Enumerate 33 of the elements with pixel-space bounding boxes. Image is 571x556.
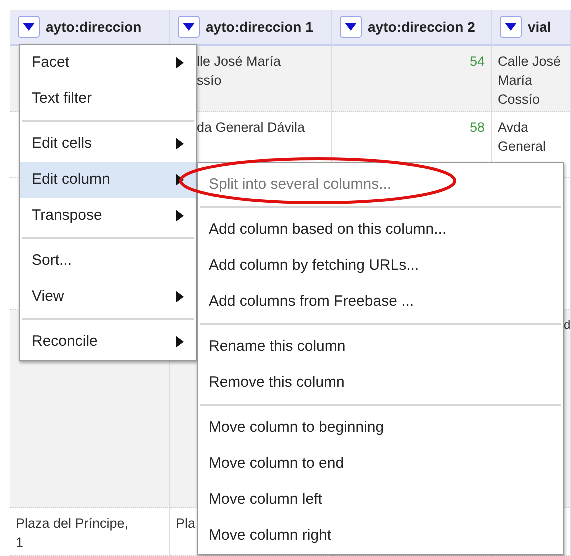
column-name: vial [528,18,552,36]
menu-item[interactable]: Reconcile [20,324,196,360]
dropdown-button[interactable] [18,16,40,38]
table-cell: 54 [332,46,492,112]
menu-item[interactable]: Edit column [20,162,196,198]
submenu-arrow-icon [176,336,184,348]
submenu-arrow-icon [176,291,184,303]
menu-item[interactable]: Rename this column [198,329,563,365]
caret-icon [345,23,357,31]
caret-icon [23,23,35,31]
menu-item[interactable]: View [20,279,196,315]
menu-item[interactable]: Move column to beginning [198,410,563,446]
caret-icon [505,23,517,31]
dropdown-button[interactable] [500,16,522,38]
submenu-arrow-icon [176,210,184,222]
menu-item[interactable]: Add columns from Freebase ... [198,284,563,320]
table-cell: Plaza del Príncipe, 1 [10,508,170,556]
column-name: ayto:direccion 2 [368,18,476,37]
submenu-arrow-icon [176,174,184,186]
dropdown-button[interactable] [340,16,362,38]
dropdown-button[interactable] [178,16,200,38]
caret-icon [183,23,195,31]
submenu-arrow-icon [176,57,184,69]
column-name: ayto:direccion 1 [206,18,314,37]
menu-item[interactable]: Move column to end [198,446,563,482]
menu-item[interactable]: Transpose [20,198,196,234]
menu-item[interactable]: Remove this column [198,365,563,401]
table-cell: Calle José María Cossío [492,46,571,112]
submenu-arrow-icon [176,138,184,150]
menu-item[interactable]: Add column by fetching URLs... [198,248,563,284]
menu-item[interactable]: Sort... [20,243,196,279]
column-name: ayto:direccion [46,18,142,37]
menu-item[interactable]: Add column based on this column... [198,212,563,248]
